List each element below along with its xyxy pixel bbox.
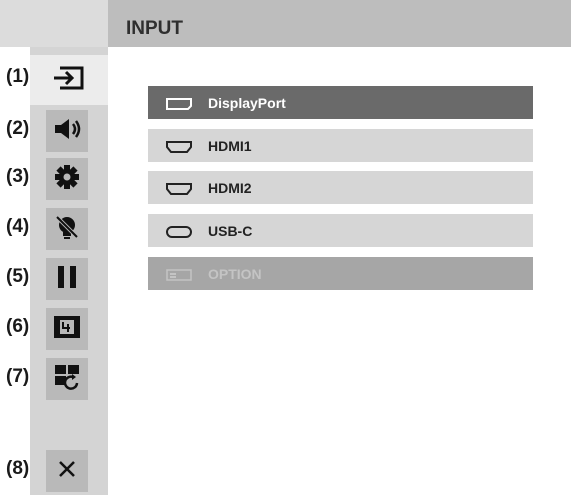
input-item-label: USB-C	[208, 222, 253, 239]
sidebar-item-brightness[interactable]	[46, 208, 88, 250]
sidebar-item-input[interactable]	[30, 55, 108, 105]
sidebar-item-zoom[interactable]	[46, 308, 88, 350]
sidebar-item-close[interactable]	[46, 450, 88, 492]
sidebar-item-pause[interactable]	[46, 258, 88, 300]
callout-2: (2)	[6, 118, 30, 139]
callout-5: (5)	[6, 266, 30, 287]
callout-1: (1)	[6, 66, 30, 87]
pause-icon	[55, 264, 79, 295]
sidebar-item-volume[interactable]	[46, 110, 88, 152]
input-item-hdmi2[interactable]: HDMI2	[148, 171, 533, 204]
callout-7: (7)	[6, 366, 30, 387]
input-item-usb-c[interactable]: USB-C	[148, 214, 533, 247]
input-item-option: OPTION	[148, 257, 533, 290]
input-item-label: DisplayPort	[208, 94, 286, 111]
input-icon	[52, 65, 86, 96]
hdmi-icon	[166, 182, 192, 195]
header-strip	[0, 0, 108, 47]
sidebar-item-layout[interactable]	[46, 358, 88, 400]
input-item-label: HDMI1	[208, 137, 252, 154]
layout-rotate-icon	[53, 363, 81, 396]
sidebar-item-settings[interactable]	[46, 158, 88, 200]
callout-4: (4)	[6, 216, 30, 237]
zoom-fit-icon	[53, 315, 81, 344]
input-item-label: OPTION	[208, 265, 262, 282]
menu-header: INPUT	[108, 0, 571, 47]
input-item-displayport[interactable]: DisplayPort	[148, 86, 533, 119]
callout-8: (8)	[6, 458, 30, 479]
option-slot-icon	[166, 268, 192, 281]
input-item-label: HDMI2	[208, 179, 252, 196]
callout-3: (3)	[6, 166, 30, 187]
hdmi-icon	[166, 140, 192, 153]
input-item-hdmi1[interactable]: HDMI1	[148, 129, 533, 162]
usb-c-icon	[166, 225, 192, 238]
displayport-icon	[166, 97, 192, 110]
gear-icon	[54, 164, 80, 195]
page-title: INPUT	[126, 18, 183, 39]
speaker-icon	[52, 116, 82, 147]
close-icon	[56, 458, 78, 485]
brightness-off-icon	[53, 213, 81, 246]
callout-6: (6)	[6, 316, 30, 337]
